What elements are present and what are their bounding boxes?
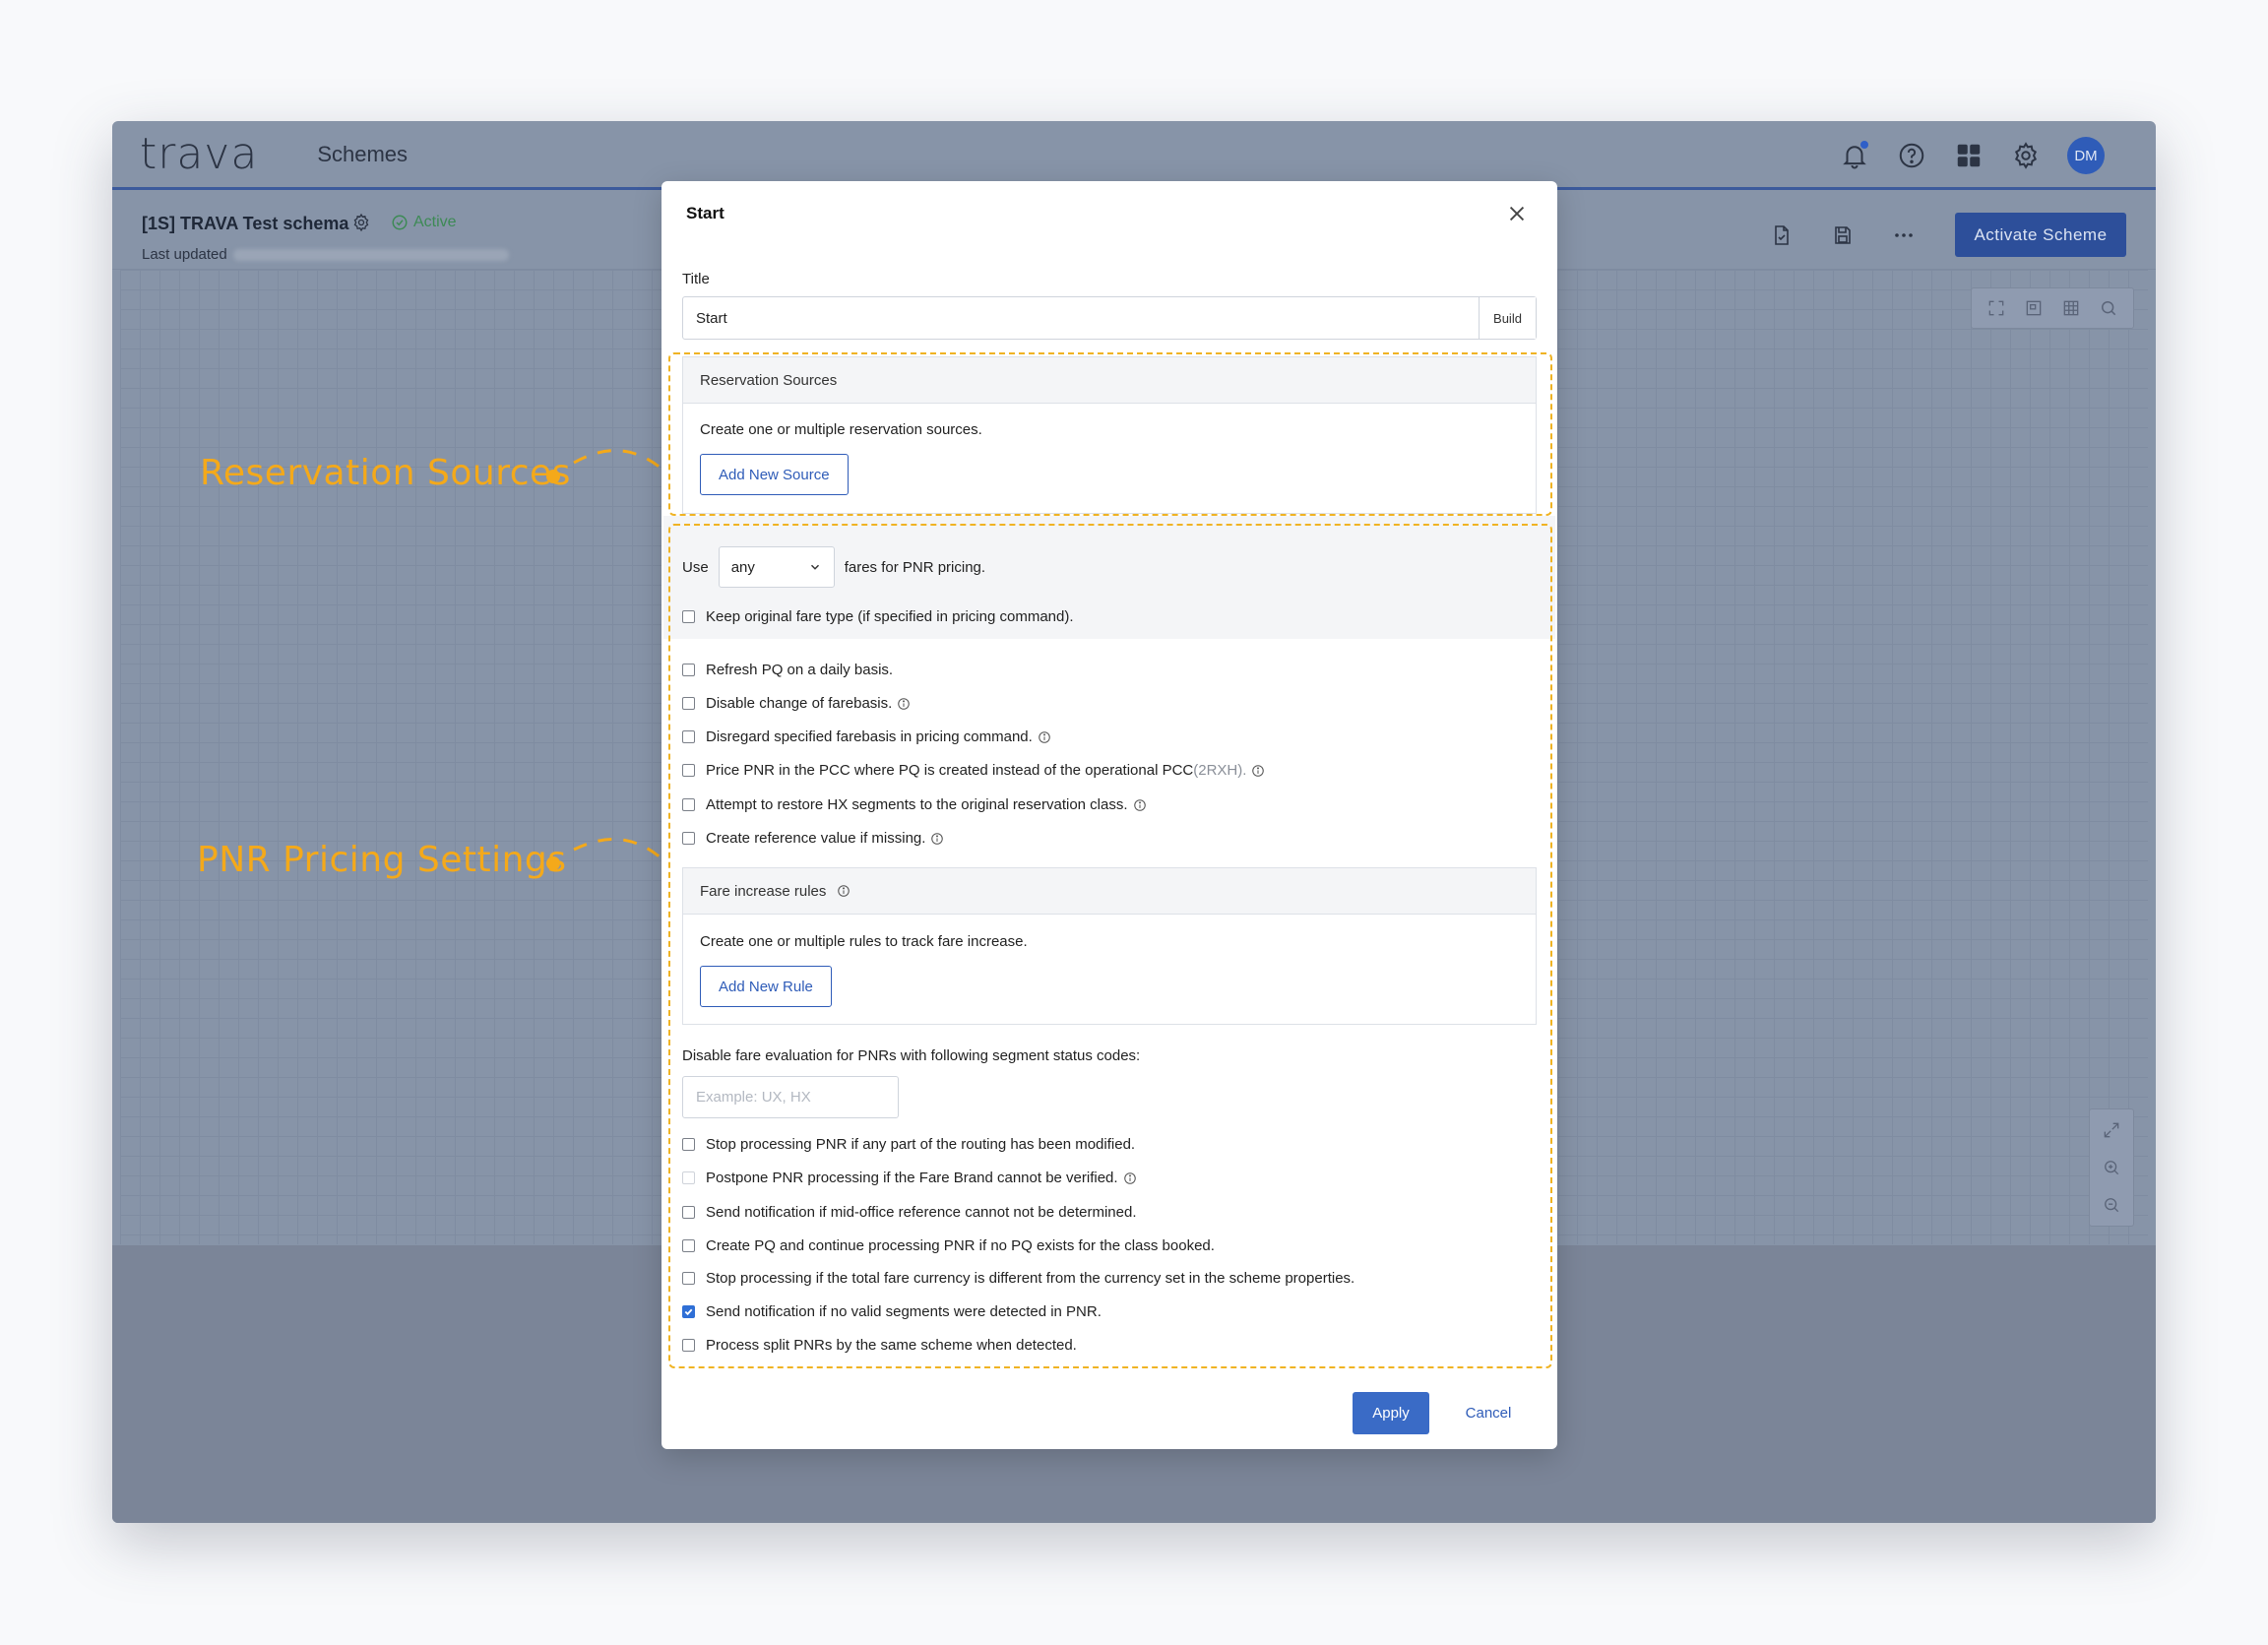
annotation-dot-pnr <box>546 856 560 870</box>
more-options-icon[interactable] <box>1888 220 1920 251</box>
highlight-reservation-sources <box>668 352 1552 516</box>
last-updated-label: Last updated <box>142 246 227 263</box>
modal-title: Start <box>686 204 724 222</box>
apps-grid-icon[interactable] <box>1953 140 1984 171</box>
topbar-actions: DM <box>1839 137 2105 174</box>
top-navigation-bar: trava Schemes DM <box>112 121 2156 190</box>
bell-icon[interactable] <box>1839 140 1870 171</box>
last-updated: Last updated <box>142 246 509 263</box>
gear-icon[interactable] <box>2010 140 2042 171</box>
expand-icon[interactable] <box>2094 1115 2129 1145</box>
document-check-icon[interactable] <box>1766 220 1797 251</box>
save-icon[interactable] <box>1827 220 1858 251</box>
status-text: Active <box>413 214 457 230</box>
apply-button[interactable]: Apply <box>1353 1392 1429 1434</box>
schema-actions: Activate Scheme <box>1766 213 2126 257</box>
annotation-dot-reservation <box>546 470 560 483</box>
zoom-out-icon[interactable] <box>2094 1190 2129 1220</box>
title-field: Build <box>682 296 1537 340</box>
title-field-label: Title <box>682 271 710 287</box>
search-icon[interactable] <box>2092 293 2125 323</box>
canvas-toolbar <box>1971 287 2134 329</box>
zoom-toolbar <box>2089 1108 2134 1227</box>
build-button[interactable]: Build <box>1479 297 1536 339</box>
status-badge: Active <box>391 214 457 231</box>
user-avatar[interactable]: DM <box>2067 137 2105 174</box>
nav-title-schemes[interactable]: Schemes <box>317 142 408 167</box>
minimap-icon[interactable] <box>2017 293 2050 323</box>
grid-icon[interactable] <box>2054 293 2088 323</box>
cancel-button[interactable]: Cancel <box>1449 1392 1528 1434</box>
check-circle-icon <box>392 215 408 230</box>
title-input[interactable] <box>683 297 1479 339</box>
activate-scheme-button[interactable]: Activate Scheme <box>1955 213 2126 257</box>
schema-name: [1S] TRAVA Test schema <box>142 214 349 233</box>
close-icon[interactable] <box>1506 203 1528 224</box>
annotation-pnr-pricing: PNR Pricing Settings <box>197 840 567 880</box>
last-updated-value-redacted <box>232 248 509 261</box>
help-icon[interactable] <box>1896 140 1927 171</box>
annotation-reservation-sources: Reservation Sources <box>200 453 571 493</box>
highlight-pnr-pricing <box>668 524 1552 1368</box>
trava-logo[interactable]: trava <box>140 129 258 179</box>
schema-settings-icon[interactable] <box>351 213 371 232</box>
zoom-in-icon[interactable] <box>2094 1153 2129 1182</box>
fit-screen-icon[interactable] <box>1980 293 2013 323</box>
notification-dot <box>1860 141 1868 149</box>
